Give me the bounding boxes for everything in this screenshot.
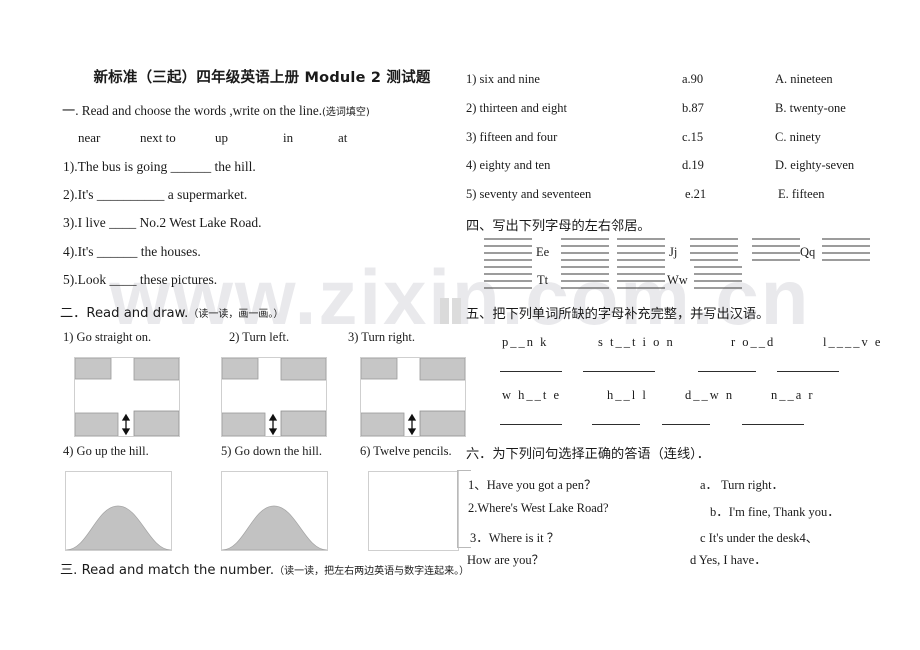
page-title: 新标准（三起）四年级英语上册 Module 2 测试题 [93, 70, 431, 86]
section-5-word-8: n__a r [771, 388, 815, 402]
section-3-heading: 三. Read and match the number.（读一读，把左右两边英… [60, 559, 469, 578]
stave-left-qq [752, 238, 800, 264]
stave-letter-tt: Tt [537, 273, 549, 287]
matching-middle-1: a.90 [682, 72, 704, 86]
section-1-heading: 一一. Read and choose the words ,write on … [62, 100, 370, 119]
section-1-heading-text: . Read and choose the words ,write on th… [75, 103, 323, 118]
word-bank-item-2: up [215, 130, 228, 145]
section-6-answer-c: c It's under the desk4、 [700, 531, 819, 545]
answer-blank-2 [583, 371, 655, 372]
word-bank: near next to up in at [78, 130, 347, 146]
section-1-item-3: 3).I live ____ No.2 West Lake Road. [63, 215, 262, 230]
empty-figure-3 [368, 471, 459, 551]
answer-blank-8 [742, 424, 804, 425]
section-6-answer-b: b．I'm fine, Thank you． [710, 505, 840, 519]
matching-left-4: 4) eighty and ten [466, 158, 551, 172]
section-4-heading: 四、写出下列字母的左右邻居。 [466, 219, 651, 234]
figure-label-5: 5) Go down the hill. [221, 444, 323, 458]
answer-blank-4 [777, 371, 839, 372]
stave-left-tt [484, 266, 532, 292]
matching-left-1: 1) six and nine [466, 72, 540, 86]
stave-letter-ww: Ww [667, 273, 688, 287]
word-bank-item-4: at [338, 130, 348, 145]
section-1-heading-cn: (选词填空) [322, 107, 370, 118]
hill-figure-2 [221, 471, 328, 551]
section-1-number: 一 [62, 104, 76, 119]
matching-right-2: B. twenty-one [775, 101, 846, 115]
stave-left-ww [617, 266, 665, 292]
stave-letter-ee: Ee [536, 245, 550, 259]
section-6-question-2: 2.Where's West Lake Road? [468, 501, 609, 515]
section-5-word-2: s t__t i o n [598, 335, 675, 349]
answer-blank-7 [662, 424, 710, 425]
stave-left-jj [617, 238, 665, 264]
section-5-words-row-2: w h__t e h__l l d__w n n__a r [502, 388, 815, 403]
answer-blank-5 [500, 424, 562, 425]
figure-label-2: 2) Turn left. [229, 330, 290, 344]
section-1-item-4: 4).It's ______ the houses. [63, 244, 201, 259]
matching-right-5: E. fifteen [778, 187, 825, 201]
answer-blank-6 [592, 424, 640, 425]
stave-letter-qq: Qq [800, 245, 816, 259]
hill-figure-1 [65, 471, 172, 551]
section-5-words-row-1: p__n k s t__t i o n r o__d l____v e [502, 335, 882, 350]
section-3-heading-en: 三. Read and match the number. [60, 563, 275, 578]
figure-label-4: 4) Go up the hill. [63, 444, 149, 458]
section-6-question-4: How are you？ [467, 553, 545, 567]
matching-middle-4: d.19 [682, 158, 704, 172]
matching-left-2: 2) thirteen and eight [466, 101, 568, 115]
stave-letter-jj: Jj [669, 245, 678, 259]
section-6-question-3: 3．Where is it ？ [470, 531, 560, 545]
section-6-heading: 六．为下列问句选择正确的答语（连线）． [466, 447, 710, 462]
matching-middle-5: e.21 [685, 187, 707, 201]
section-1-item-2: 2).It's __________ a supermarket. [63, 187, 248, 202]
matching-left-5: 5) seventy and seventeen [466, 187, 592, 201]
section-5-word-3: r o__d [731, 335, 776, 349]
matching-right-1: A. nineteen [775, 72, 833, 86]
section-2-heading-cn: （读一读，画一画。） [188, 309, 284, 320]
section-5-word-4: l____v e [823, 335, 883, 349]
stave-right-ww [694, 266, 742, 292]
section-5-word-7: d__w n [685, 388, 735, 402]
section-6-answer-d: d Yes, I have． [690, 553, 767, 567]
word-bank-item-0: near [78, 130, 101, 145]
answer-blank-3 [698, 371, 756, 372]
section-6-question-1: 1、Have you got a pen？ [468, 478, 597, 492]
matching-right-4: D. eighty-seven [775, 158, 855, 172]
section-3-heading-cn: （读一读，把左右两边英语与数字连起来。） [274, 566, 470, 577]
stave-right-ee [561, 238, 609, 264]
matching-right-3: C. ninety [775, 130, 821, 144]
figure-label-6: 6) Twelve pencils. [360, 444, 452, 458]
answer-blank-1 [500, 371, 562, 372]
stave-right-tt [561, 266, 609, 292]
section-5-word-6: h__l l [607, 388, 648, 402]
section-2-heading-en: 二．Read and draw. [60, 306, 189, 321]
crossroads-figure-1 [74, 357, 180, 437]
test-paper-page: www.zixin.com.cn 新标准（三起）四年级英语上册 Module 2… [0, 0, 920, 650]
section-5-word-1: p__n k [502, 335, 549, 349]
stave-right-qq [822, 238, 870, 264]
stave-right-jj [690, 238, 738, 264]
word-bank-item-1: next to [140, 130, 176, 145]
crossroads-figure-2 [221, 357, 327, 437]
figure-label-3: 3) Turn right. [348, 330, 416, 344]
matching-middle-3: c.15 [682, 130, 704, 144]
section-1-item-5: 5).Look ____ these pictures. [63, 272, 218, 287]
section-1-item-1: 1).The bus is going ______ the hill. [63, 159, 256, 174]
figure-label-1: 1) Go straight on. [63, 330, 152, 344]
matching-left-3: 3) fifteen and four [466, 130, 558, 144]
word-bank-item-3: in [283, 130, 294, 145]
section-2-heading: 二．Read and draw.（读一读，画一画。） [60, 302, 283, 321]
section-5-word-5: w h__t e [502, 388, 562, 402]
section-5-heading: 五、把下列单词所缺的字母补充完整，并写出汉语。 [466, 307, 770, 322]
matching-middle-2: b.87 [682, 101, 704, 115]
stave-left-ee [484, 238, 532, 264]
crossroads-figure-3 [360, 357, 466, 437]
section-6-answer-a: a． Turn right． [700, 478, 785, 492]
